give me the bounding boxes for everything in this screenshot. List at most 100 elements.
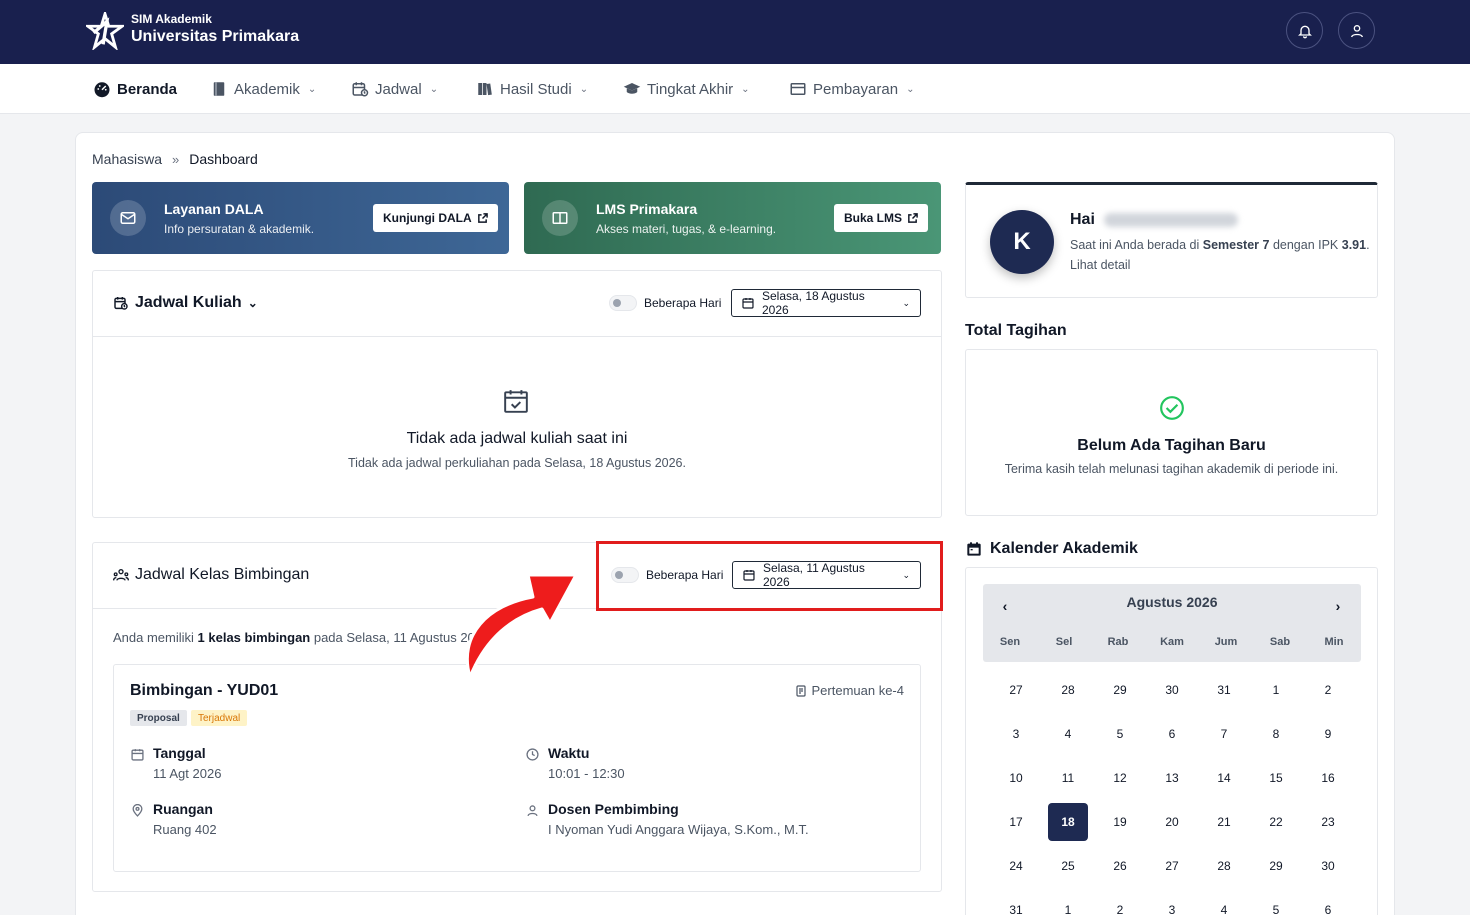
breadcrumb-mahasiswa[interactable]: Mahasiswa — [92, 151, 162, 167]
info-post: pada Selasa, 11 Agustus 2026 — [310, 630, 473, 645]
calendar-day[interactable]: 4 — [1204, 891, 1244, 915]
nav-pembayaran[interactable]: Pembayaran ⌄ — [789, 80, 914, 98]
calendar-day[interactable]: 29 — [1100, 671, 1140, 709]
bell-icon — [1297, 25, 1312, 38]
calendar-day[interactable]: 25 — [1048, 847, 1088, 885]
info-pre: Anda memiliki — [113, 630, 198, 645]
calendar-day[interactable]: 7 — [1204, 715, 1244, 753]
calendar-icon — [967, 542, 981, 556]
calendar-day[interactable]: 16 — [1308, 759, 1348, 797]
pertemuan-label: Pertemuan ke-4 — [811, 683, 905, 698]
avatar[interactable]: K — [990, 210, 1054, 274]
user-menu-button[interactable] — [1338, 12, 1375, 49]
calendar-card: ‹ Agustus 2026 › Sen Sel Rab Kam Jum Sab Min 2… — [965, 567, 1378, 915]
calendar-day[interactable]: 15 — [1256, 759, 1296, 797]
calendar-day-today[interactable]: 18 — [1048, 803, 1088, 841]
next-month-icon[interactable]: › — [1330, 598, 1346, 614]
envelope-icon — [110, 200, 146, 236]
calendar-day[interactable]: 31 — [1204, 671, 1244, 709]
kalender-header: Kalender Akademik — [966, 540, 1138, 558]
main-nav: Beranda Akademik ⌄ Jadwal ⌄ Hasil Studi … — [0, 64, 1470, 114]
calendar-day[interactable]: 3 — [1152, 891, 1192, 915]
nav-beranda[interactable]: Beranda — [93, 80, 177, 98]
calendar-day[interactable]: 5 — [1256, 891, 1296, 915]
calendar-day[interactable]: 27 — [1152, 847, 1192, 885]
calendar-day[interactable]: 17 — [996, 803, 1036, 841]
users-icon — [113, 569, 129, 581]
calendar-day[interactable]: 6 — [1152, 715, 1192, 753]
calendar-day[interactable]: 4 — [1048, 715, 1088, 753]
nav-jadwal[interactable]: Jadwal ⌄ — [351, 80, 438, 98]
calendar-day[interactable]: 6 — [1308, 891, 1348, 915]
calendar-day-header: Jum — [1214, 636, 1238, 648]
calendar-day[interactable]: 11 — [1048, 759, 1088, 797]
calendar-day[interactable]: 24 — [996, 847, 1036, 885]
calendar-day[interactable]: 22 — [1256, 803, 1296, 841]
calendar-day[interactable]: 23 — [1308, 803, 1348, 841]
calendar-day[interactable]: 2 — [1308, 671, 1348, 709]
calendar-day[interactable]: 30 — [1152, 671, 1192, 709]
calendar-day[interactable]: 5 — [1100, 715, 1140, 753]
document-icon — [795, 684, 806, 697]
waktu-value: 10:01 - 12:30 — [548, 766, 625, 781]
book-icon — [213, 82, 225, 96]
calendar-day[interactable]: 26 — [1100, 847, 1140, 885]
calendar-day[interactable]: 14 — [1204, 759, 1244, 797]
semester-info: Saat ini Anda berada di Semester 7 denga… — [1070, 235, 1370, 275]
bimbingan-info: Anda memiliki 1 kelas bimbingan pada Sel… — [113, 630, 473, 645]
bimbingan-card[interactable]: Bimbingan - YUD01 Pertemuan ke-4 Proposa… — [113, 664, 921, 872]
top-bar: SIM Akademik Universitas Primakara — [0, 0, 1470, 64]
calendar-day[interactable]: 28 — [1048, 671, 1088, 709]
chevron-down-icon: ⌄ — [307, 83, 317, 95]
waktu-label: Waktu — [548, 745, 590, 761]
semester-value: Semester 7 — [1202, 238, 1270, 252]
university-logo-icon[interactable] — [86, 12, 124, 50]
nav-hasil-studi-label: Hasil Studi — [500, 80, 572, 98]
calendar-day[interactable]: 20 — [1152, 803, 1192, 841]
nav-akademik[interactable]: Akademik ⌄ — [210, 80, 316, 98]
nav-tingkat-akhir[interactable]: Tingkat Akhir ⌄ — [623, 80, 750, 98]
tanggal-label: Tanggal — [153, 745, 206, 761]
calendar-day[interactable]: 1 — [1048, 891, 1088, 915]
proposal-badge: Proposal — [130, 710, 187, 726]
jadwal-kuliah-date-select[interactable]: Selasa, 18 Agustus 2026 ⌄ — [731, 289, 921, 317]
calendar-day[interactable]: 30 — [1308, 847, 1348, 885]
jadwal-kuliah-dropdown[interactable]: Jadwal Kuliah ⌄ — [113, 294, 258, 312]
profile-card: K Hai Saat ini Anda berada di Semester 7… — [965, 182, 1378, 298]
buka-lms-label: Buka LMS — [844, 211, 903, 225]
calendar-day[interactable]: 21 — [1204, 803, 1244, 841]
beberapa-hari-toggle[interactable] — [609, 295, 637, 311]
calendar-day[interactable]: 10 — [996, 759, 1036, 797]
calendar-day[interactable]: 8 — [1256, 715, 1296, 753]
wallet-icon — [790, 83, 806, 95]
blurred-student-name — [1104, 213, 1238, 227]
app-name-small: SIM Akademik — [131, 12, 212, 26]
kunjungi-dala-button[interactable]: Kunjungi DALA — [373, 204, 498, 232]
notification-button[interactable] — [1286, 12, 1323, 49]
nav-hasil-studi[interactable]: Hasil Studi ⌄ — [476, 80, 588, 98]
external-link-icon — [477, 212, 488, 223]
buka-lms-button[interactable]: Buka LMS — [834, 204, 929, 232]
calendar-day-header: Min — [1324, 636, 1344, 648]
calendar-day[interactable]: 12 — [1100, 759, 1140, 797]
calendar-day[interactable]: 13 — [1152, 759, 1192, 797]
calendar-day[interactable]: 31 — [996, 891, 1036, 915]
books-icon — [478, 83, 492, 96]
calendar-day[interactable]: 3 — [996, 715, 1036, 753]
calendar-day[interactable]: 19 — [1100, 803, 1140, 841]
nav-beranda-label: Beranda — [117, 80, 178, 98]
app-name: Universitas Primakara — [131, 28, 300, 45]
calendar-header: ‹ Agustus 2026 › Sen Sel Rab Kam Jum Sab Min — [983, 584, 1361, 662]
calendar-day[interactable]: 28 — [1204, 847, 1244, 885]
annotation-arrow-icon — [465, 573, 578, 679]
beberapa-hari-label: Beberapa Hari — [644, 296, 722, 310]
dosen-value: I Nyoman Yudi Anggara Wijaya, S.Kom., M.… — [548, 822, 809, 837]
calendar-day[interactable]: 2 — [1100, 891, 1140, 915]
kunjungi-dala-label: Kunjungi DALA — [383, 211, 472, 225]
calendar-day[interactable]: 29 — [1256, 847, 1296, 885]
calendar-day[interactable]: 1 — [1256, 671, 1296, 709]
calendar-day[interactable]: 27 — [996, 671, 1036, 709]
calendar-day[interactable]: 9 — [1308, 715, 1348, 753]
dala-banner: Layanan DALA Info persuratan & akademik.… — [92, 182, 509, 254]
calendar-day-header: Sen — [999, 636, 1021, 648]
